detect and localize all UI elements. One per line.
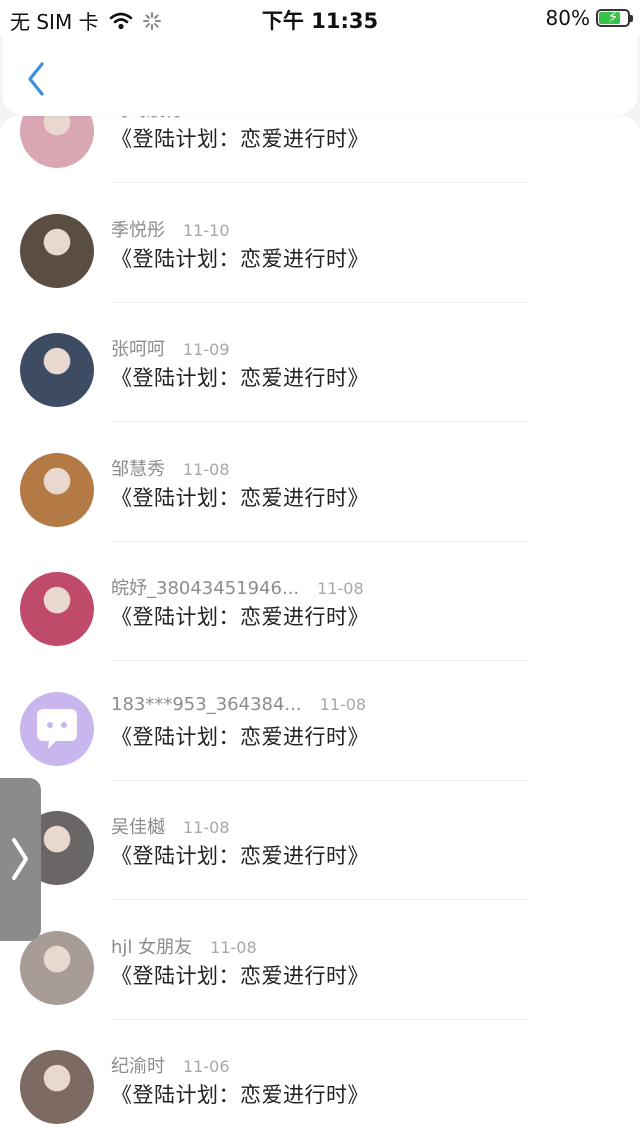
item-date: 11-08 <box>183 818 230 837</box>
item-date: 11-08 <box>319 694 367 714</box>
user-name[interactable]: 张呵呵 <box>111 335 165 361</box>
name-row: 纪渝时 11-06 <box>111 1052 230 1078</box>
user-name[interactable]: 纪渝时 <box>111 1052 165 1078</box>
avatar[interactable] <box>20 930 94 1005</box>
wifi-icon <box>109 12 132 29</box>
item-date: 11-09 <box>183 340 230 359</box>
list-item[interactable]: 皖妤_38043451946... 11-08 《登陆计划：恋爱进行时》 <box>0 542 640 661</box>
user-name[interactable]: 邹慧秀 <box>111 455 165 481</box>
back-button[interactable] <box>20 58 54 98</box>
message-list: 岛屿航行11-10《登陆计划：恋爱进行时》季悦彤11-10《登陆计划：恋爱进行时… <box>0 116 640 1138</box>
status-right: 80% ⚡ <box>545 6 633 30</box>
status-left: 无 SIM 卡 <box>10 6 161 35</box>
name-row: 皖妤_38043451946... 11-08 <box>111 574 364 600</box>
name-row: 张呵呵 11-09 <box>111 335 230 361</box>
user-name[interactable]: 季悦彤 <box>111 216 165 242</box>
item-title[interactable]: 《登陆计划：恋爱进行时》 <box>111 721 369 751</box>
carrier-label: 无 SIM 卡 <box>10 10 99 34</box>
list-item[interactable]: 张呵呵 11-09 《登陆计划：恋爱进行时》 <box>0 303 640 422</box>
list-item[interactable]: hjl 女朋友 11-08 《登陆计划：恋爱进行时》 <box>0 901 640 1020</box>
user-name[interactable]: 皖妤_38043451946... <box>111 574 299 600</box>
avatar[interactable] <box>20 691 94 766</box>
loading-spinner-icon <box>142 11 161 30</box>
name-row: 吴佳樾 11-08 <box>111 813 230 839</box>
charging-bolt-icon: ⚡ <box>607 8 619 26</box>
item-title[interactable]: 《登陆计划：恋爱进行时》 <box>111 362 369 392</box>
avatar[interactable] <box>20 333 94 407</box>
chat-bubble-icon <box>37 708 77 749</box>
item-title[interactable]: 《登陆计划：恋爱进行时》 <box>111 123 369 153</box>
list-item[interactable]: 岛屿航行 11-10 《登陆计划：恋爱进行时》 <box>0 116 640 183</box>
list-item[interactable]: 吴佳樾 11-08 《登陆计划：恋爱进行时》 <box>0 781 640 900</box>
user-name[interactable]: 吴佳樾 <box>111 813 165 839</box>
item-title[interactable]: 《登陆计划：恋爱进行时》 <box>111 243 369 273</box>
chevron-left-icon <box>28 62 44 96</box>
name-row: 183***953_364384... 11-08 <box>111 694 366 715</box>
side-drawer-handle[interactable] <box>0 778 41 941</box>
item-date: 11-08 <box>210 937 257 957</box>
item-date: 11-10 <box>183 220 230 240</box>
item-date: 11-10 <box>201 116 248 120</box>
item-date: 11-08 <box>317 579 364 598</box>
battery-icon: ⚡ <box>596 8 633 27</box>
list-item[interactable]: 183***953_364384... 11-08 《登陆计划：恋爱进行时》 <box>0 662 640 781</box>
name-row: 季悦彤 11-10 <box>111 216 230 242</box>
name-row: 邹慧秀 11-08 <box>111 455 230 481</box>
item-title[interactable]: 《登陆计划：恋爱进行时》 <box>111 840 369 870</box>
item-title[interactable]: 《登陆计划：恋爱进行时》 <box>111 960 369 990</box>
item-date: 11-08 <box>183 459 230 479</box>
avatar[interactable] <box>20 1050 94 1124</box>
name-row: 岛屿航行 11-10 <box>111 116 248 122</box>
item-title[interactable]: 《登陆计划：恋爱进行时》 <box>111 601 369 631</box>
item-title[interactable]: 《登陆计划：恋爱进行时》 <box>111 1079 369 1109</box>
status-bar: 无 SIM 卡 下午 11:35 80% ⚡ <box>0 0 640 36</box>
avatar[interactable] <box>20 213 94 288</box>
item-title[interactable]: 《登陆计划：恋爱进行时》 <box>111 482 369 512</box>
nav-bar <box>2 36 638 116</box>
avatar[interactable] <box>20 572 94 646</box>
user-name[interactable]: hjl 女朋友 <box>111 933 192 959</box>
name-row: hjl 女朋友 11-08 <box>111 933 257 959</box>
user-name[interactable]: 183***953_364384... <box>111 694 302 715</box>
user-name[interactable]: 岛屿航行 <box>111 116 183 122</box>
chevron-right-icon <box>12 838 28 880</box>
list-item[interactable]: 纪渝时 11-06 《登陆计划：恋爱进行时》 <box>0 1020 640 1138</box>
list-item[interactable]: 季悦彤 11-10 《登陆计划：恋爱进行时》 <box>0 184 640 303</box>
avatar[interactable] <box>20 116 94 168</box>
list-item[interactable]: 邹慧秀 11-08 《登陆计划：恋爱进行时》 <box>0 423 640 542</box>
battery-percent: 80% <box>545 6 590 30</box>
avatar[interactable] <box>20 452 94 527</box>
item-date: 11-06 <box>183 1057 230 1076</box>
